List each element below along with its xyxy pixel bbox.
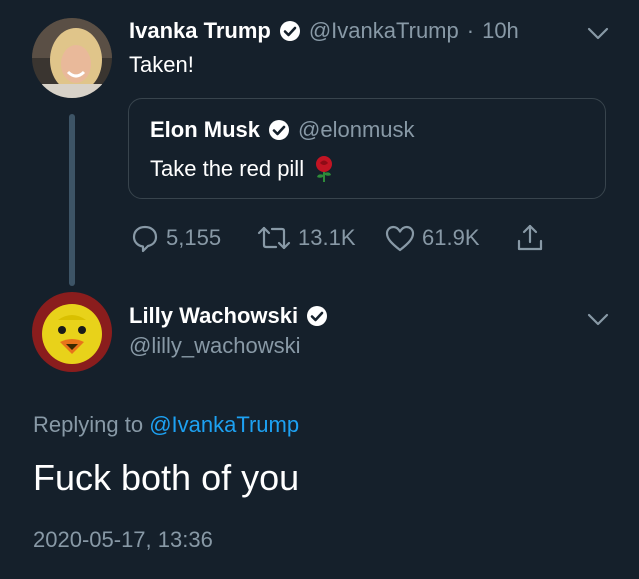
quoted-header-row: Elon Musk @elonmusk <box>150 117 415 143</box>
rose-emoji-icon <box>316 156 333 182</box>
lilly-handle[interactable]: @lilly_wachowski <box>129 333 301 359</box>
chevron-down-icon[interactable] <box>586 312 610 328</box>
ivanka-header-row: Ivanka Trump @IvankaTrump · 10h <box>129 18 519 44</box>
quoted-tweet-text-row: Take the red pill <box>150 155 336 183</box>
ivanka-handle[interactable]: @IvankaTrump <box>309 18 459 44</box>
ivanka-avatar[interactable] <box>32 18 112 98</box>
time-separator: · <box>466 18 475 43</box>
verified-badge-icon <box>269 120 290 140</box>
reply-timestamp[interactable]: 2020-05-17, 13:36 <box>33 527 213 553</box>
verified-badge-icon <box>307 306 328 326</box>
lilly-avatar[interactable] <box>32 292 112 372</box>
like-count: 61.9K <box>422 225 480 250</box>
like-action[interactable]: 61.9K <box>384 223 480 253</box>
retweet-action[interactable]: 13.1K <box>256 223 356 253</box>
chevron-down-icon[interactable] <box>586 26 610 42</box>
lilly-display-name[interactable]: Lilly Wachowski <box>129 303 298 329</box>
retweet-icon <box>257 226 291 250</box>
heart-icon <box>385 225 415 252</box>
ivanka-tweet-text: Taken! <box>129 52 194 77</box>
reply-count: 5,155 <box>166 225 222 250</box>
replying-to-line: Replying to @IvankaTrump <box>33 412 299 438</box>
ivanka-display-name[interactable]: Ivanka Trump <box>129 18 271 44</box>
retweet-count: 13.1K <box>298 225 356 250</box>
lilly-name-row: Lilly Wachowski <box>129 303 328 329</box>
reply-action[interactable]: 5,155 <box>130 223 221 253</box>
quoted-author-handle: @elonmusk <box>298 117 415 142</box>
reply-tweet-text: Fuck both of you <box>33 457 300 498</box>
share-icon[interactable] <box>514 222 546 254</box>
replying-to-handle-link[interactable]: @IvankaTrump <box>149 412 299 437</box>
quoted-tweet-card[interactable] <box>128 98 606 199</box>
verified-badge-icon <box>279 21 300 41</box>
replying-to-prefix: Replying to <box>33 412 144 437</box>
quoted-tweet-text: Take the red pill <box>150 156 305 181</box>
tweet-time-ago[interactable]: 10h <box>482 18 519 44</box>
thread-connector-line <box>69 114 75 286</box>
reply-bubble-icon <box>132 225 158 253</box>
quoted-author-name: Elon Musk <box>150 117 261 142</box>
